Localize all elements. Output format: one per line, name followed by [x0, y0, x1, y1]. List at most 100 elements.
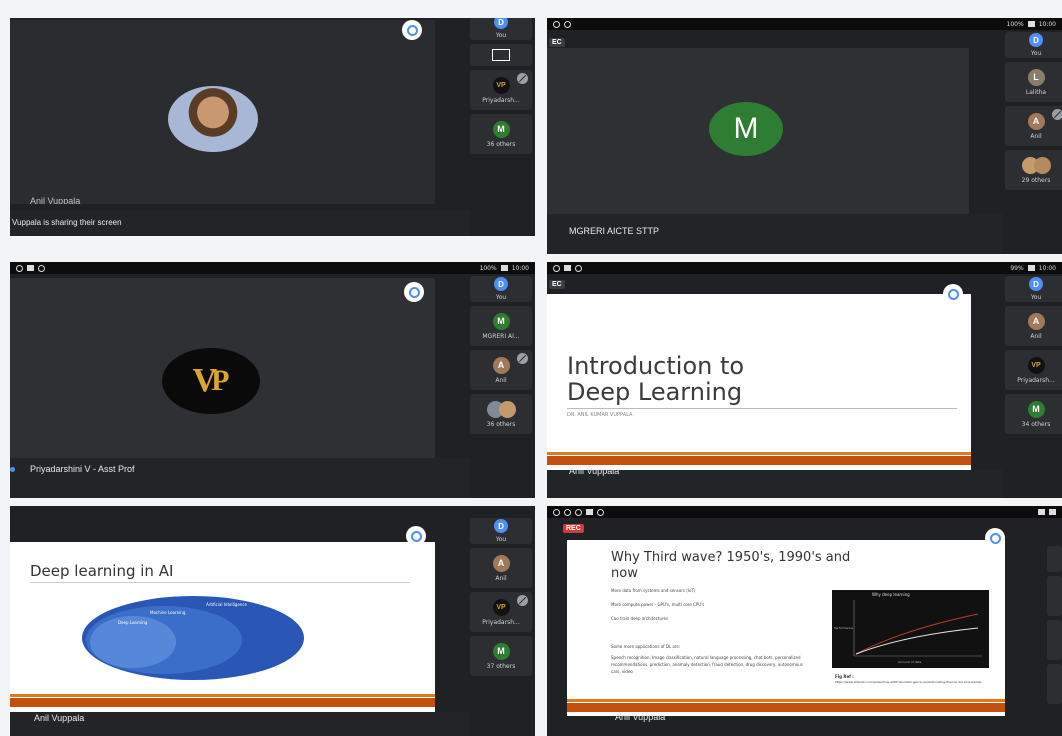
- participant-tile-you[interactable]: D You: [470, 518, 532, 544]
- speaker-avatar: M: [709, 102, 783, 156]
- participant-label: Priyadarsh...: [482, 618, 520, 626]
- participant-rail: D You A Anil VP Priyadarsh... M 37 other…: [470, 518, 532, 676]
- participant-tile-mgreri[interactable]: M MGRERI AI...: [470, 306, 532, 346]
- participant-tile-priyadarshini[interactable]: VP Priyadarsh...: [470, 592, 532, 632]
- clock-text: 10:00: [1038, 264, 1056, 272]
- speaker-name: Anil Vuppala: [569, 466, 620, 476]
- slide-title-line-1: Why Third wave? 1950's, 1990's and: [611, 550, 851, 565]
- avatar: A: [1027, 112, 1045, 130]
- participant-tile-4[interactable]: [1047, 664, 1062, 704]
- slide-title: Deep learning in AI: [30, 562, 174, 580]
- participant-label: Anil: [495, 574, 507, 582]
- speaker-photo: [168, 86, 258, 152]
- avatar: M: [1027, 400, 1045, 418]
- main-video-tile[interactable]: M: [547, 48, 969, 220]
- avatar: D: [1029, 277, 1043, 291]
- participant-rail: D You A Anil VP Priyadarsh... M 34 other…: [1005, 276, 1062, 434]
- participant-tile-anil[interactable]: A Anil: [470, 350, 532, 390]
- panel-meeting-3: 100%10:00 EC VP Priyadarshini V - Asst P…: [10, 262, 535, 498]
- pin-icon[interactable]: [985, 528, 1005, 548]
- rec-indicator: EC: [549, 280, 565, 289]
- avatar: M: [492, 312, 510, 330]
- venn-inner: Deep Learning: [90, 616, 176, 668]
- main-video-tile[interactable]: Anil Vuppala: [10, 20, 435, 204]
- participant-label: You: [495, 536, 507, 543]
- sharing-text: Vuppala is sharing their screen: [12, 218, 122, 227]
- participant-tile-others[interactable]: M 34 others: [1005, 394, 1062, 434]
- slide-title-line-2: Deep Learning: [567, 378, 743, 406]
- participant-tile-you[interactable]: D You: [470, 18, 532, 40]
- participant-tile-anil[interactable]: A Anil: [1005, 306, 1062, 346]
- participant-tile-others[interactable]: 36 others: [470, 394, 532, 434]
- participant-tile-you[interactable]: D You: [1005, 32, 1062, 58]
- participant-tile-3[interactable]: [1047, 620, 1062, 660]
- mic-off-icon: [517, 595, 528, 606]
- participant-tile-anil[interactable]: A Anil: [1005, 106, 1062, 146]
- speaker-bar: Priyadarshini V - Asst Prof: [10, 458, 470, 498]
- participant-label: You: [1030, 294, 1042, 301]
- venn-inner-label: Deep Learning: [118, 620, 148, 625]
- presentation-slide[interactable]: Why Third wave? 1950's, 1990's and now M…: [567, 540, 1005, 716]
- participant-tile-lalitha[interactable]: L Lalitha: [1005, 62, 1062, 102]
- panel-meeting-2: 100% 10:00 EC M MGRERI AICTE STTP D You L…: [547, 18, 1062, 254]
- participant-tile-others[interactable]: 29 others: [1005, 150, 1062, 190]
- avatar-group: [1021, 156, 1051, 174]
- participant-tile-you[interactable]: [1047, 546, 1062, 572]
- presentation-slide[interactable]: Introduction to Deep Learning DR. ANIL K…: [547, 294, 971, 470]
- fig-url[interactable]: https://www.linkedin.com/pulse/how-artif…: [835, 680, 985, 685]
- presentation-slide[interactable]: Deep learning in AI Artificial Intellige…: [10, 542, 435, 712]
- main-video-tile[interactable]: VP: [10, 278, 435, 462]
- avatar: M: [492, 120, 510, 138]
- pin-icon[interactable]: [943, 284, 963, 304]
- mic-off-icon: [517, 353, 528, 364]
- pin-icon[interactable]: [402, 20, 422, 40]
- slide-author: DR. ANIL KUMAR VUPPALA: [567, 412, 633, 418]
- slide-bullet-2: More compute power - GPU's, multi core C…: [611, 602, 705, 607]
- panel-meeting-6: REC Why Third wave? 1950's, 1990's and n…: [547, 506, 1062, 736]
- participant-label: Lalitha: [1025, 88, 1047, 96]
- avatar: M: [492, 642, 510, 660]
- avatar: D: [494, 519, 508, 533]
- speaker-name: Anil Vuppala: [615, 712, 666, 722]
- present-icon: [492, 49, 510, 61]
- panel-meeting-1: Anil Vuppala Vuppala is sharing their sc…: [10, 18, 535, 236]
- battery-text: 100%: [479, 264, 497, 272]
- present-screen-button[interactable]: [470, 44, 532, 66]
- avatar: D: [494, 277, 508, 291]
- status-bar: 100% 10:00: [547, 18, 1062, 30]
- participant-tile-others[interactable]: M 37 others: [470, 636, 532, 676]
- participant-tile-you[interactable]: D You: [470, 276, 532, 302]
- slide-bullet-1: More data from systems and sensors (IoT): [611, 588, 696, 593]
- avatar: L: [1027, 68, 1045, 86]
- participant-tile-2[interactable]: [1047, 576, 1062, 616]
- speaker-bar: MGRERI AICTE STTP: [547, 214, 1003, 254]
- participant-tile-priyadarshini[interactable]: VP Priyadarsh...: [470, 70, 532, 110]
- slide-divider: [567, 408, 957, 409]
- pin-icon[interactable]: [406, 526, 426, 546]
- speaker-name: Priyadarshini V - Asst Prof: [30, 464, 135, 474]
- speaker-bar: Anil Vuppala: [10, 712, 470, 736]
- panel-meeting-5: Deep learning in AI Artificial Intellige…: [10, 506, 535, 736]
- participant-tile-anil[interactable]: A Anil: [470, 548, 532, 588]
- participant-label: Anil: [1030, 132, 1042, 140]
- participant-label: Priyadarsh...: [1017, 376, 1055, 384]
- venn-outer-label: Artificial Intelligence: [206, 602, 247, 607]
- pin-icon[interactable]: [404, 282, 424, 302]
- participant-label: 37 others: [486, 662, 516, 670]
- participant-tile-others[interactable]: M 36 others: [470, 114, 532, 154]
- participant-tile-priyadarshini[interactable]: VP Priyadarsh...: [1005, 350, 1062, 390]
- participant-label: Anil: [1030, 332, 1042, 340]
- participant-label: 36 others: [486, 420, 516, 428]
- status-bar: 99% 10:00: [547, 262, 1062, 274]
- participant-label: 34 others: [1021, 420, 1051, 428]
- slide-divider: [30, 582, 410, 583]
- battery-text: 100%: [1006, 20, 1024, 28]
- embedded-chart-curves: [853, 600, 982, 657]
- participant-tile-you[interactable]: D You: [1005, 276, 1062, 302]
- participant-label: 36 others: [486, 140, 516, 148]
- speaker-name: Anil Vuppala: [34, 713, 85, 723]
- venn-middle-label: Machine Learning: [150, 610, 186, 615]
- participant-label: You: [1030, 50, 1042, 57]
- clock-text: 10:00: [1038, 20, 1056, 28]
- participant-label: You: [495, 32, 507, 39]
